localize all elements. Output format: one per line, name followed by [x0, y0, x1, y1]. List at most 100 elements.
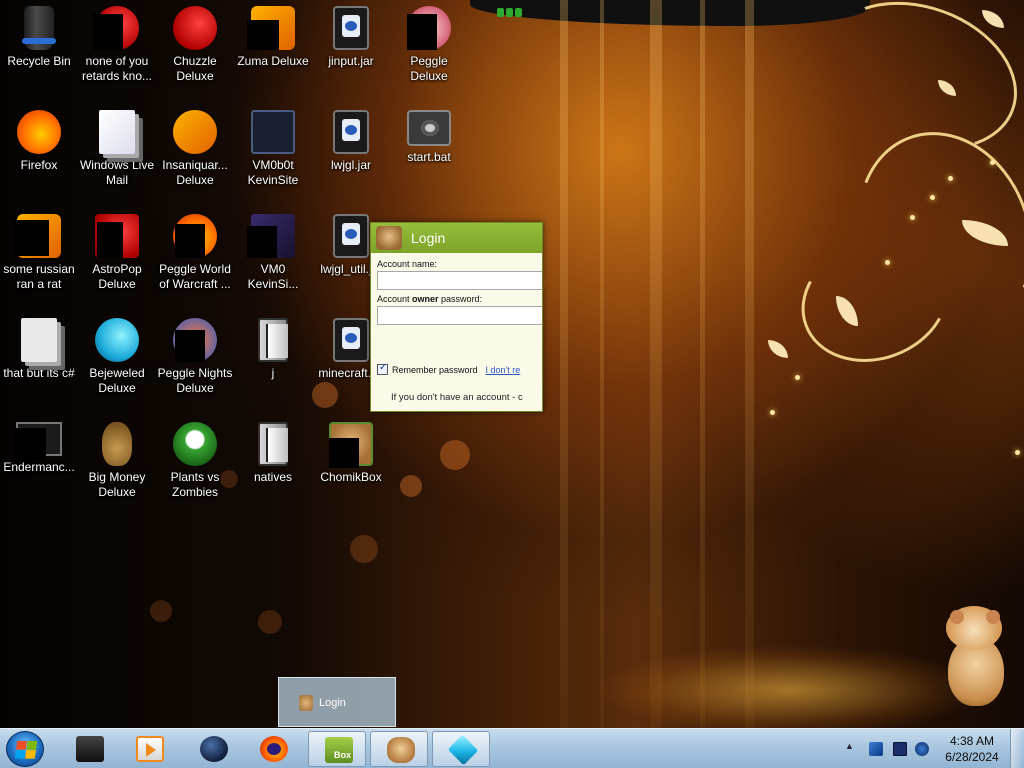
desktop-icon-label: Chuzzle Deluxe — [173, 54, 217, 83]
zuma-icon — [247, 6, 295, 50]
wallpaper-dot — [990, 160, 995, 165]
desktop-icon-windows-live-mail[interactable]: Windows Live Mail — [78, 104, 156, 188]
remember-password-checkbox[interactable] — [377, 362, 388, 375]
desktop-icon-label: Peggle Deluxe — [410, 54, 448, 83]
hamster-app-icon — [299, 695, 313, 711]
desktop-icon-label: Insaniquar... Deluxe — [162, 158, 228, 187]
wallpaper-bokeh — [150, 600, 172, 622]
wallpaper-dot — [910, 215, 915, 220]
show-hidden-icons-arrow[interactable]: ▲ — [845, 741, 859, 755]
desktop-icon-natives[interactable]: natives — [234, 416, 312, 485]
desktop-icon-jinput-jar[interactable]: jinput.jar — [312, 0, 390, 69]
desktop-icon-big-money[interactable]: Big Money Deluxe — [78, 416, 156, 500]
desktop-icon-start-bat[interactable]: start.bat — [390, 104, 468, 165]
chuzzle-icon — [173, 6, 217, 50]
taskbar-button-firefox[interactable] — [244, 731, 302, 767]
password-label: Account owner password: — [377, 294, 542, 305]
desktop-icon-some-russian[interactable]: some russian ran a rat — [0, 208, 78, 292]
desktop-icon-peggle-nights[interactable]: Peggle Nights Deluxe — [156, 312, 234, 396]
wallpaper-bokeh — [312, 382, 338, 408]
desktop-icon-label: none of you retards kno... — [81, 54, 153, 83]
desktop-icon-peggle-deluxe[interactable]: Peggle Deluxe — [390, 0, 468, 84]
no-account-text: If you don't have an account - c — [391, 392, 523, 403]
desktop-icon-chuzzle[interactable]: Chuzzle Deluxe — [156, 0, 234, 84]
desktop-icon-peggle-wow[interactable]: Peggle World of Warcraft ... — [156, 208, 234, 292]
java-jar-icon — [333, 318, 369, 362]
clock-date: 6/28/2024 — [945, 750, 999, 764]
account-name-field[interactable] — [377, 271, 542, 290]
hamster-icon — [387, 737, 415, 763]
desktop-icon-firefox[interactable]: Firefox — [0, 104, 78, 173]
taskbar-button-chomikbox[interactable] — [308, 731, 366, 767]
desktop-icon-astropop[interactable]: AstroPop Deluxe — [78, 208, 156, 292]
desktop-icon-label: Zuma Deluxe — [237, 54, 309, 68]
desktop-icon-recycle-bin[interactable]: Recycle Bin — [0, 0, 78, 69]
wallpaper-bokeh — [440, 440, 470, 470]
shortcut-icon — [21, 318, 57, 362]
gadget-icon — [497, 4, 527, 17]
clock[interactable]: 4:38 AM 6/28/2024 — [941, 733, 1003, 765]
desktop-icon-zuma[interactable]: Zuma Deluxe — [234, 0, 312, 69]
password-label-bold: owner — [412, 294, 439, 304]
wallpaper-streak — [600, 0, 604, 728]
password-field[interactable] — [377, 306, 542, 325]
desktop-icon-lwjgl-jar[interactable]: lwjgl.jar — [312, 104, 390, 173]
folder-icon — [258, 318, 288, 362]
taskbar-thumbnail-preview[interactable]: Login — [278, 677, 396, 727]
wallpaper-streak — [650, 0, 662, 728]
desktop-icon-chomikbox[interactable]: ChomikBox — [312, 416, 390, 485]
forgot-password-link[interactable]: I don't re — [486, 365, 521, 375]
wallpaper-streak — [745, 0, 754, 728]
hamster-mascot-icon[interactable] — [940, 606, 1010, 708]
account-name-label: Account name: — [377, 259, 438, 269]
batch-file-icon — [407, 110, 451, 146]
taskbar-button-diamond[interactable] — [432, 731, 490, 767]
taskbar-button-command-prompt[interactable] — [60, 731, 118, 767]
astropop-icon — [95, 214, 139, 258]
flag-icon[interactable] — [869, 742, 883, 756]
desktop-icon-label: Plants vs Zombies — [170, 470, 220, 499]
login-titlebar[interactable]: Login — [371, 223, 542, 253]
desktop-icon-label: jinput.jar — [328, 54, 374, 68]
desktop-icon-label: Peggle World of Warcraft ... — [159, 262, 231, 291]
wallpaper-petal — [768, 340, 788, 358]
wallpaper-top-band — [470, 0, 870, 26]
desktop-icon-none-of-you[interactable]: none of you retards kno... — [78, 0, 156, 84]
folder-icon — [258, 422, 288, 466]
desktop-icon-label: Bejeweled Deluxe — [89, 366, 145, 395]
start-button[interactable] — [6, 731, 44, 767]
login-dialog[interactable]: Login Account name: Account owner passwo… — [370, 222, 543, 412]
desktop-icon-label: Peggle Nights Deluxe — [157, 366, 233, 395]
desktop-icon-label: VM0 KevinSi... — [247, 262, 299, 291]
network-icon[interactable] — [915, 742, 929, 756]
clock-time: 4:38 AM — [949, 734, 995, 748]
show-desktop-button[interactable] — [1010, 729, 1024, 768]
desktop-icon-vm0-kevinsite[interactable]: VM0 KevinSi... — [234, 208, 312, 292]
password-label-suffix: password: — [438, 294, 483, 304]
desktop-icon-plants-vs-zombies[interactable]: Plants vs Zombies — [156, 416, 234, 500]
firefox-icon — [260, 736, 288, 762]
desktop-icon-bejeweled[interactable]: Bejeweled Deluxe — [78, 312, 156, 396]
desktop-icon-insaniquarium[interactable]: Insaniquar... Deluxe — [156, 104, 234, 188]
peggle-nights-icon — [173, 318, 217, 362]
shortcut-icon — [14, 422, 62, 460]
peggle-icon — [173, 214, 217, 258]
desktop-icon-label: lwjgl.jar — [330, 158, 371, 172]
taskbar-button-media-player[interactable] — [120, 731, 178, 767]
wallpaper-streak — [700, 0, 705, 728]
desktop-icon-that-but-its-csharp[interactable]: that but its c# — [0, 312, 78, 381]
desktop-icon-vm0b0t[interactable]: VM0b0t KevinSite — [234, 104, 312, 188]
desktop-icon-j[interactable]: j — [234, 312, 312, 381]
desktop-icon-endermanc[interactable]: Endermanc... — [0, 416, 78, 475]
taskbar-button-hamster[interactable] — [370, 731, 428, 767]
desktop-icon-label: start.bat — [407, 150, 451, 164]
media-player-icon — [136, 736, 164, 762]
remember-password-label[interactable]: Remember password — [392, 365, 478, 375]
taskbar-button-globe[interactable] — [184, 731, 242, 767]
monitor-icon[interactable] — [893, 742, 907, 756]
shortcut-icon — [247, 214, 295, 258]
plants-icon — [173, 422, 217, 466]
wallpaper-dot — [795, 375, 800, 380]
desktop-icon-label: Big Money Deluxe — [88, 470, 146, 499]
login-body: Account name: Account owner password: Re… — [371, 253, 542, 411]
